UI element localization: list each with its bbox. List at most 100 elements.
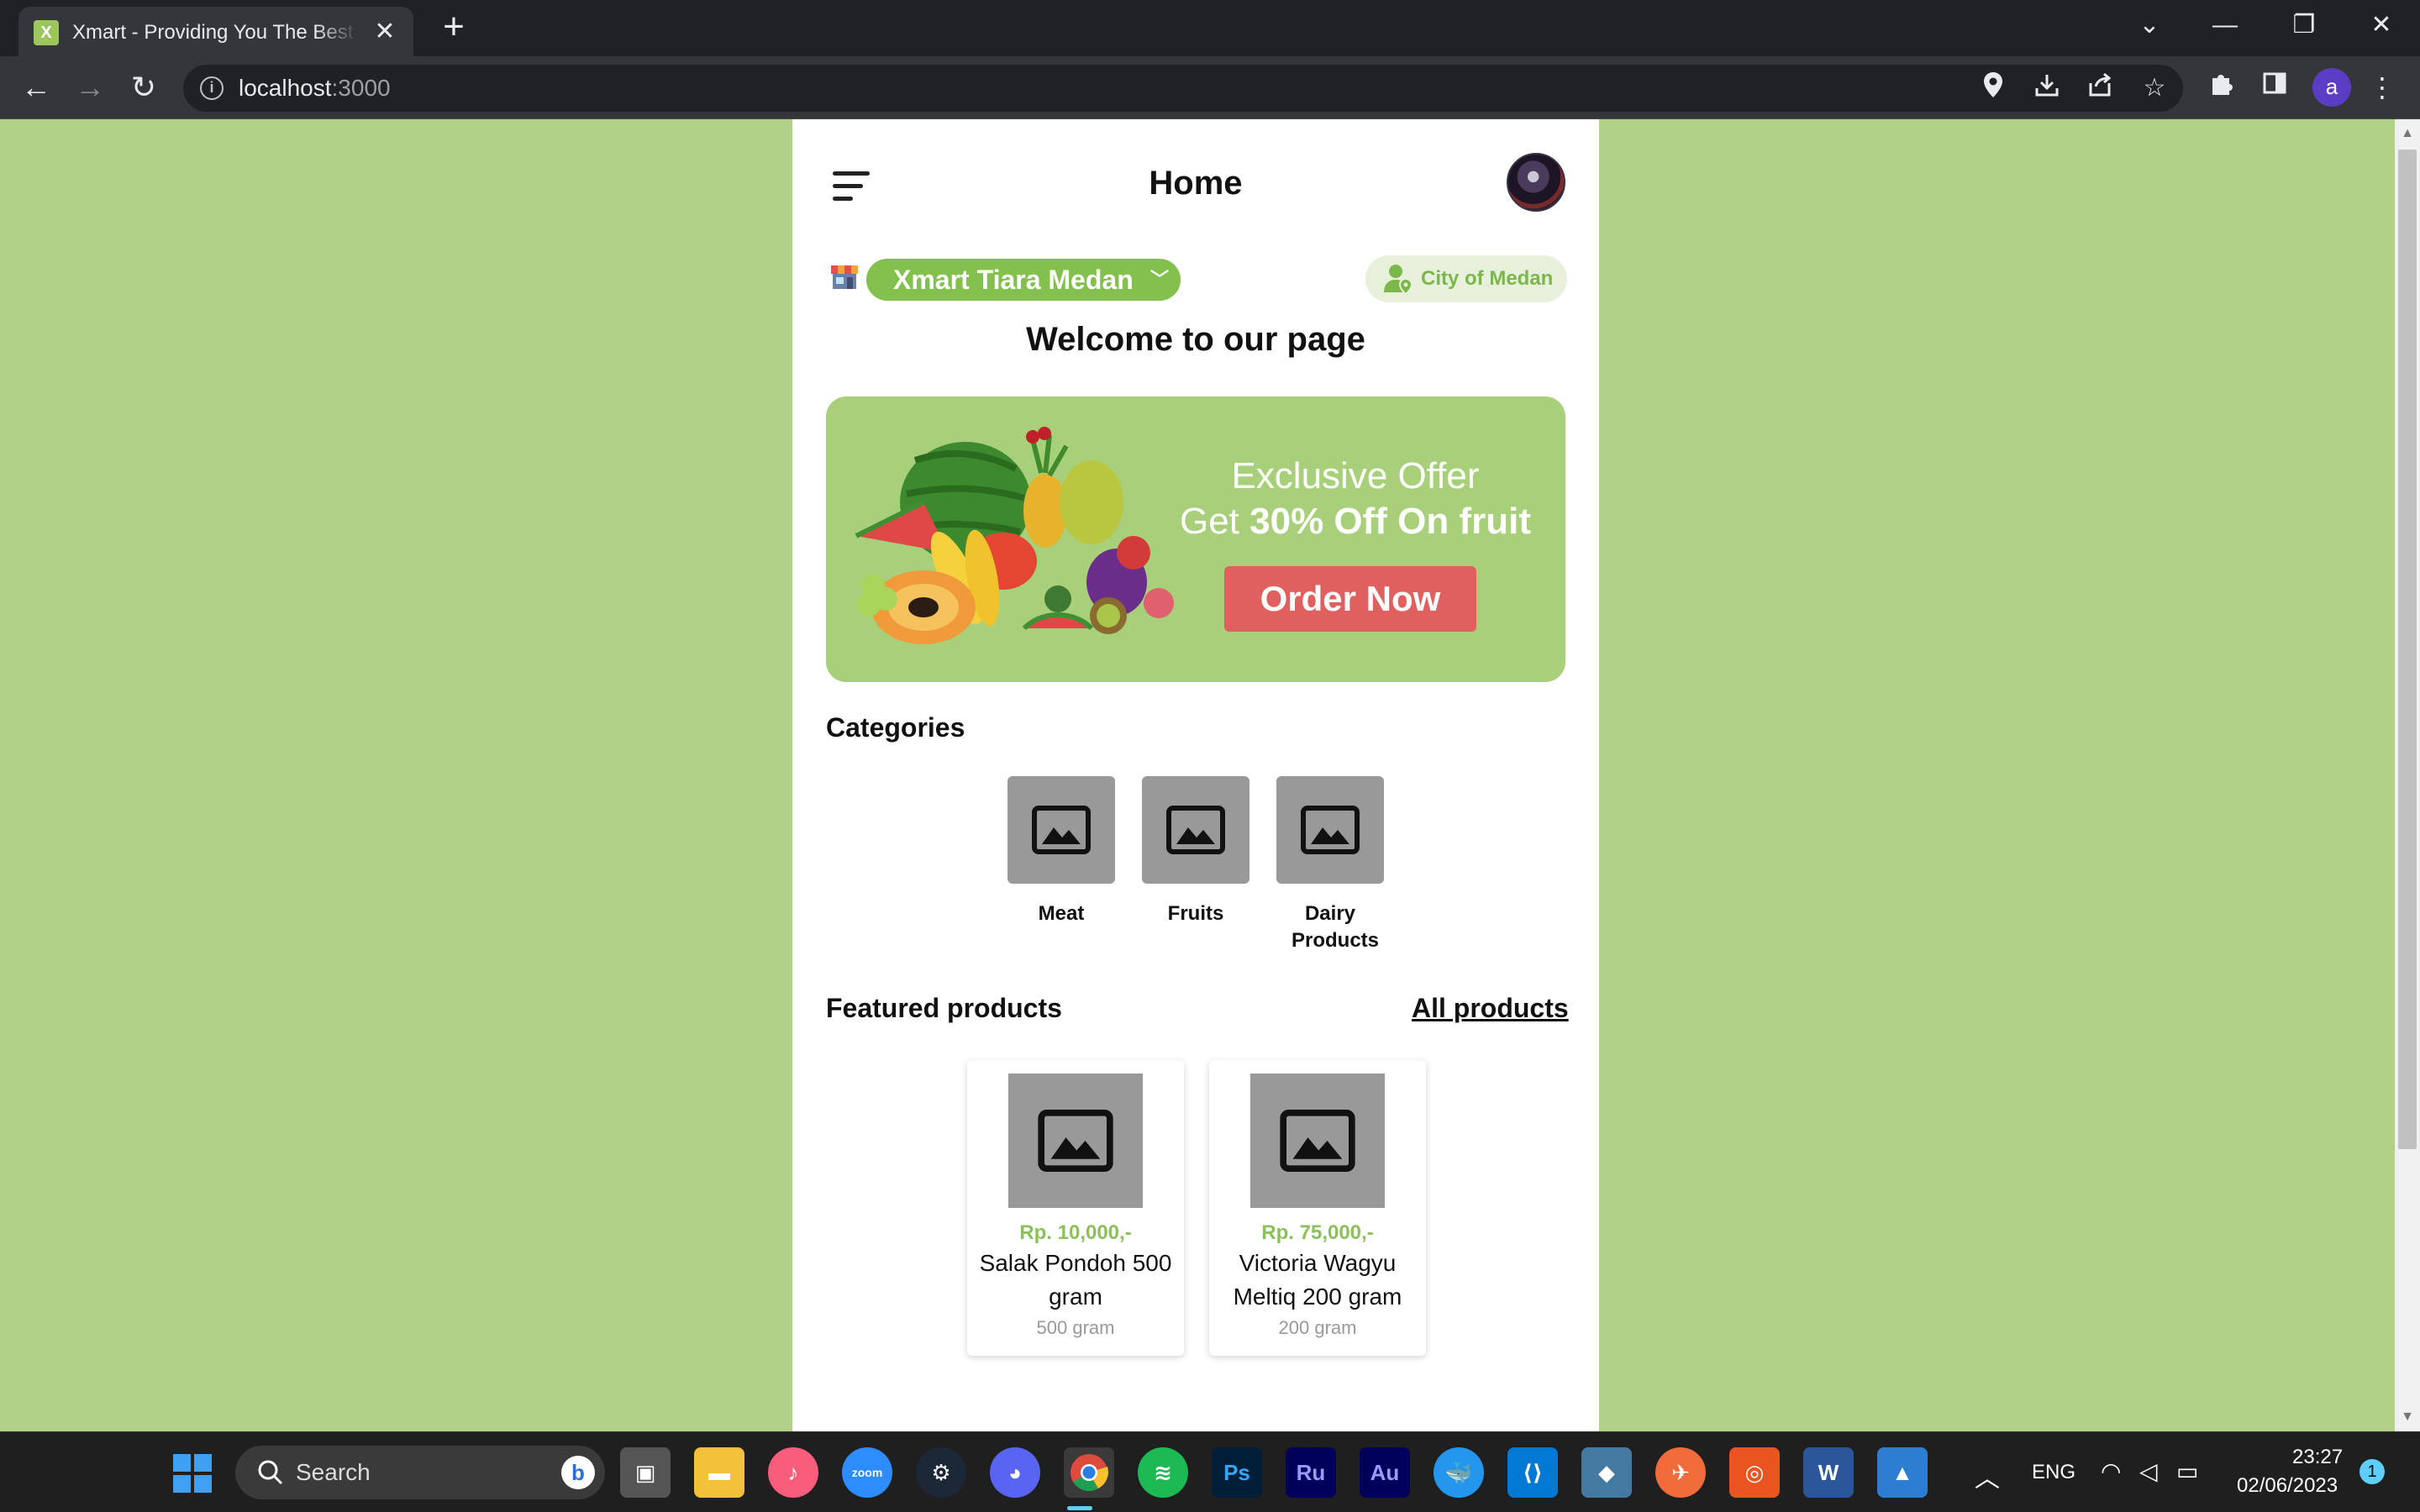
menu-kebab-icon[interactable]: ⋮ [2363,68,2402,107]
ubuntu-icon[interactable]: ◎ [1729,1447,1780,1498]
category-meat[interactable]: Meat [1007,776,1115,927]
store-select[interactable]: Xmart Tiara Medan ﹀ [866,259,1181,301]
product-name: Victoria Wagyu Meltiq 200 gram [1233,1250,1402,1310]
order-now-button[interactable]: Order Now [1224,566,1476,632]
side-panel-icon[interactable] [2255,68,2294,107]
restore-button[interactable]: ❐ [2279,7,2329,44]
tab-title: Xmart - Providing You The Best G [72,21,358,44]
xmart-favicon-icon: X [34,20,59,45]
page-viewport: Home Xmart Tiara Medan ﹀ City of Medan W… [0,119,2420,1431]
city-chip[interactable]: City of Medan [1365,255,1567,302]
offer-prefix: Get [1179,501,1239,542]
zoom-icon[interactable]: zoom [842,1447,892,1498]
location-pin-icon[interactable] [1976,71,2010,105]
postman-icon[interactable]: ✈ [1655,1447,1706,1498]
category-dairy-products[interactable]: Dairy Products [1276,776,1384,954]
task-view-icon[interactable]: ▣ [620,1447,671,1498]
user-avatar[interactable] [1507,153,1565,212]
wifi-icon[interactable]: ◠ [2101,1457,2121,1485]
url-host: localhost [239,75,332,101]
store-name: Xmart Tiara Medan [893,265,1134,295]
browser-tab[interactable]: X Xmart - Providing You The Best G ✕ [18,7,413,56]
clock-date[interactable]: 02/06/2023 [2237,1474,2338,1498]
steam-icon[interactable]: ⚙ [916,1447,966,1498]
product-image [1008,1074,1143,1208]
search-icon [258,1460,283,1485]
minimize-button[interactable]: — [2200,7,2250,44]
product-name: Salak Pondoh 500 gram [979,1250,1172,1310]
featured-products-heading: Featured products [826,993,1062,1023]
product-weight: 200 gram [1278,1317,1357,1338]
bookmark-star-icon[interactable]: ☆ [2138,71,2171,105]
chrome-icon[interactable] [1064,1447,1114,1498]
docker-icon[interactable]: 🐳 [1434,1447,1484,1498]
category-fruits[interactable]: Fruits [1142,776,1249,927]
category-label: Dairy Products [1292,902,1380,952]
app-container: Home Xmart Tiara Medan ﹀ City of Medan W… [792,119,1599,1431]
clock-time[interactable]: 23:27 [2292,1446,2343,1469]
reload-icon[interactable]: ↻ [124,68,163,107]
offer-subline: Get 30% Off On fruit [1162,501,1549,543]
image-placeholder-icon [1280,1110,1355,1172]
image-placeholder-icon [1038,1110,1113,1172]
categories-heading: Categories [826,712,965,743]
windows-start-icon[interactable] [173,1454,212,1493]
fruit-basket-image [855,427,1174,644]
category-label: Fruits [1167,902,1224,925]
itunes-icon[interactable]: ♪ [768,1447,818,1498]
image-placeholder-icon [1032,806,1091,854]
bing-icon[interactable]: b [561,1456,595,1489]
all-products-link[interactable]: All products [1412,993,1569,1024]
product-card[interactable]: Rp. 10,000,- Salak Pondoh 500 gram 500 g… [967,1060,1184,1356]
back-arrow-icon[interactable]: ← [17,68,55,107]
file-explorer-icon[interactable]: ▬ [694,1447,744,1498]
promo-banner: Exclusive Offer Get 30% Off On fruit Ord… [826,396,1565,682]
url-port: :3000 [331,75,391,101]
vscode-icon[interactable]: ⟨⟩ [1507,1447,1558,1498]
offer-headline: Exclusive Offer [1231,455,1480,496]
category-label: Meat [1038,902,1085,925]
scroll-down-arrow-icon[interactable]: ▼ [2395,1404,2420,1430]
category-image [1276,776,1384,884]
page-title: Home [1149,165,1243,202]
browser-toolbar: ← → ↻ i localhost:3000 ☆ a ⋮ [0,56,2420,119]
image-placeholder-icon [1301,806,1360,854]
scroll-thumb[interactable] [2398,150,2417,1149]
page-scrollbar[interactable]: ▲ ▼ [2395,119,2420,1431]
tab-search-chevron-icon[interactable]: ⌄ [2124,7,2175,44]
active-app-indicator [1067,1506,1092,1510]
site-info-icon[interactable]: i [200,76,224,100]
url-text[interactable]: localhost:3000 [239,75,391,102]
close-tab-icon[interactable]: ✕ [370,17,400,47]
new-tab-button[interactable]: + [435,8,472,47]
spotify-icon[interactable]: ≋ [1138,1447,1188,1498]
battery-icon[interactable]: ▭ [2176,1457,2198,1485]
city-label: City of Medan [1421,267,1554,290]
offer-discount: 30% Off On fruit [1249,501,1532,542]
premiere-rush-icon[interactable]: Ru [1286,1447,1336,1498]
photoshop-icon[interactable]: Ps [1212,1447,1262,1498]
scroll-up-arrow-icon[interactable]: ▲ [2395,121,2420,146]
profile-avatar[interactable]: a [2312,68,2351,107]
tray-overflow-chevron-icon[interactable]: ︿ [1975,1457,2000,1494]
photos-icon[interactable]: ▲ [1877,1447,1928,1498]
word-icon[interactable]: W [1803,1447,1854,1498]
taskbar-search[interactable]: Search b [235,1446,605,1499]
volume-icon[interactable]: ◁ [2139,1457,2158,1485]
chevron-down-icon: ﹀ [1150,269,1169,290]
category-image [1142,776,1249,884]
category-image [1007,776,1115,884]
notification-badge[interactable]: 1 [2360,1459,2385,1484]
extensions-puzzle-icon[interactable] [2202,68,2240,107]
forward-arrow-icon[interactable]: → [71,68,109,107]
close-window-button[interactable]: ✕ [2356,7,2407,44]
discord-icon[interactable]: ◕ [990,1447,1040,1498]
share-icon[interactable] [2084,71,2118,105]
product-card[interactable]: Rp. 75,000,- Victoria Wagyu Meltiq 200 g… [1209,1060,1426,1356]
image-placeholder-icon [1166,806,1225,854]
language-indicator[interactable]: ENG [2032,1461,2075,1484]
address-bar[interactable]: i localhost:3000 ☆ [183,65,2183,112]
audition-icon[interactable]: Au [1360,1447,1410,1498]
mysql-workbench-icon[interactable]: ◆ [1581,1447,1632,1498]
install-icon[interactable] [2030,71,2064,105]
